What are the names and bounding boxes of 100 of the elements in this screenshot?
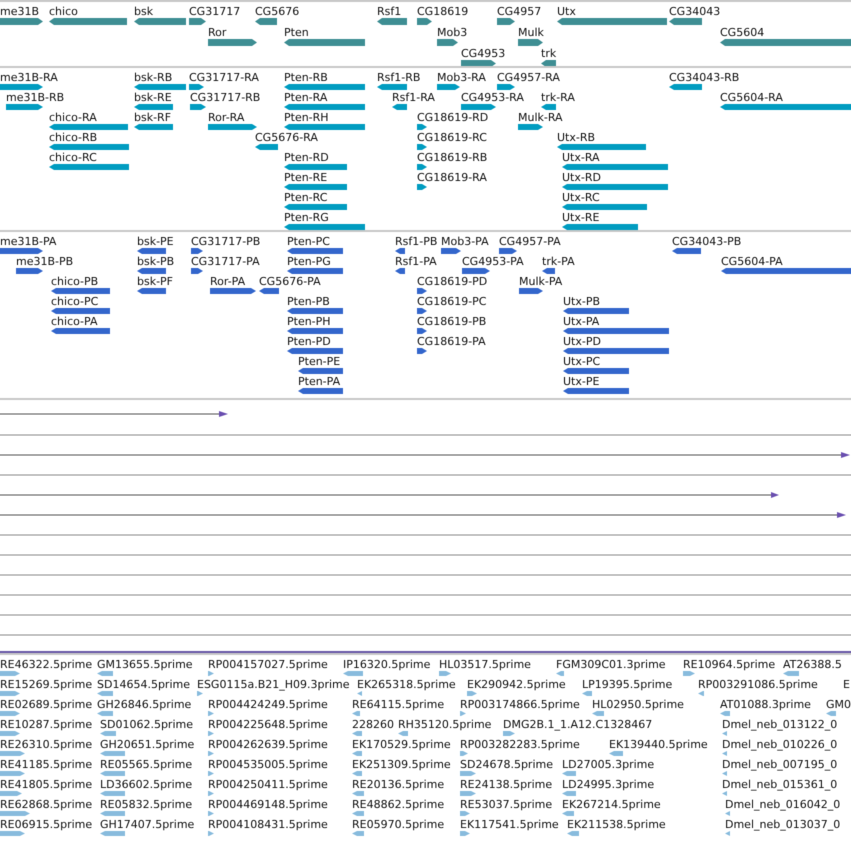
protein-glyph[interactable] [499,248,517,254]
transcript-glyph[interactable] [417,124,427,130]
gene-glyph[interactable] [669,18,702,25]
est-glyph[interactable] [0,751,25,756]
protein-glyph[interactable] [287,328,343,334]
est-glyph[interactable] [97,691,113,696]
est-glyph[interactable] [460,771,476,776]
protein-glyph[interactable] [417,288,427,294]
est-glyph[interactable] [460,711,466,716]
est-glyph[interactable] [100,791,125,796]
protein-glyph[interactable] [672,248,701,254]
est-glyph[interactable] [197,691,203,696]
protein-glyph[interactable] [563,308,629,314]
transcript-glyph[interactable] [6,104,43,110]
est-glyph[interactable] [208,751,214,756]
est-glyph[interactable] [439,671,451,676]
est-glyph[interactable] [352,791,364,796]
est-glyph[interactable] [398,731,408,736]
gene-glyph[interactable] [208,39,257,46]
protein-glyph[interactable] [16,268,43,274]
protein-glyph[interactable] [287,348,343,354]
protein-glyph[interactable] [137,268,166,274]
est-glyph[interactable] [0,791,22,796]
protein-glyph[interactable] [210,288,256,294]
est-glyph[interactable] [100,771,125,776]
protein-glyph[interactable] [51,328,110,334]
protein-glyph[interactable] [542,268,555,274]
protein-glyph[interactable] [287,248,343,254]
est-glyph[interactable] [503,731,515,736]
est-glyph[interactable] [460,751,468,756]
transcript-glyph[interactable] [284,224,365,230]
gene-glyph[interactable] [720,39,851,46]
est-glyph[interactable] [208,671,214,676]
est-glyph[interactable] [208,731,214,736]
est-glyph[interactable] [460,831,470,836]
transcript-glyph[interactable] [562,164,668,170]
transcript-glyph[interactable] [377,84,407,90]
est-glyph[interactable] [783,671,799,676]
transcript-glyph[interactable] [134,84,186,90]
transcript-glyph[interactable] [562,224,638,230]
est-glyph[interactable] [352,811,364,816]
est-glyph[interactable] [208,791,214,796]
protein-glyph[interactable] [287,308,343,314]
est-glyph[interactable] [352,711,360,716]
protein-glyph[interactable] [0,248,43,254]
est-glyph[interactable] [582,691,592,696]
est-glyph[interactable] [97,711,113,716]
protein-glyph[interactable] [51,308,110,314]
transcript-glyph[interactable] [49,124,128,130]
est-glyph[interactable] [100,831,125,836]
transcript-glyph[interactable] [284,84,365,90]
transcript-glyph[interactable] [518,124,543,130]
gene-glyph[interactable] [437,39,458,46]
protein-glyph[interactable] [395,248,405,254]
protein-glyph[interactable] [395,268,405,274]
est-glyph[interactable] [556,671,564,676]
est-glyph[interactable] [722,771,727,776]
est-glyph[interactable] [609,751,623,756]
est-glyph[interactable] [352,771,362,776]
transcript-glyph[interactable] [437,84,460,90]
gene-glyph[interactable] [417,18,432,25]
est-glyph[interactable] [0,711,20,716]
protein-glyph[interactable] [563,368,629,374]
est-glyph[interactable] [0,691,20,696]
transcript-glyph[interactable] [49,164,129,170]
gene-glyph[interactable] [518,39,543,46]
est-glyph[interactable] [97,671,113,676]
protein-glyph[interactable] [298,368,343,374]
transcript-glyph[interactable] [284,124,365,130]
transcript-glyph[interactable] [497,84,515,90]
est-glyph[interactable] [343,671,363,676]
transcript-glyph[interactable] [208,124,257,130]
protein-glyph[interactable] [191,248,203,254]
transcript-glyph[interactable] [669,84,702,90]
est-glyph[interactable] [683,671,695,676]
transcript-glyph[interactable] [417,164,427,170]
est-glyph[interactable] [720,711,730,716]
protein-glyph[interactable] [563,328,669,334]
est-glyph[interactable] [208,811,214,816]
est-glyph[interactable] [567,831,579,836]
est-glyph[interactable] [357,691,362,696]
est-glyph[interactable] [722,791,727,796]
est-glyph[interactable] [460,791,476,796]
est-glyph[interactable] [725,811,730,816]
gene-glyph[interactable] [255,18,277,25]
transcript-glyph[interactable] [284,164,347,170]
transcript-glyph[interactable] [284,204,347,210]
est-glyph[interactable] [0,811,30,816]
protein-glyph[interactable] [287,268,343,274]
gene-glyph[interactable] [49,18,127,25]
est-glyph[interactable] [592,711,604,716]
transcript-glyph[interactable] [189,84,204,90]
transcript-glyph[interactable] [284,104,365,110]
protein-glyph[interactable] [441,248,461,254]
est-glyph[interactable] [100,731,116,736]
transcript-glyph[interactable] [190,104,206,110]
est-glyph[interactable] [208,771,214,776]
est-glyph[interactable] [467,691,477,696]
transcript-glyph[interactable] [134,104,173,110]
est-glyph[interactable] [722,731,727,736]
